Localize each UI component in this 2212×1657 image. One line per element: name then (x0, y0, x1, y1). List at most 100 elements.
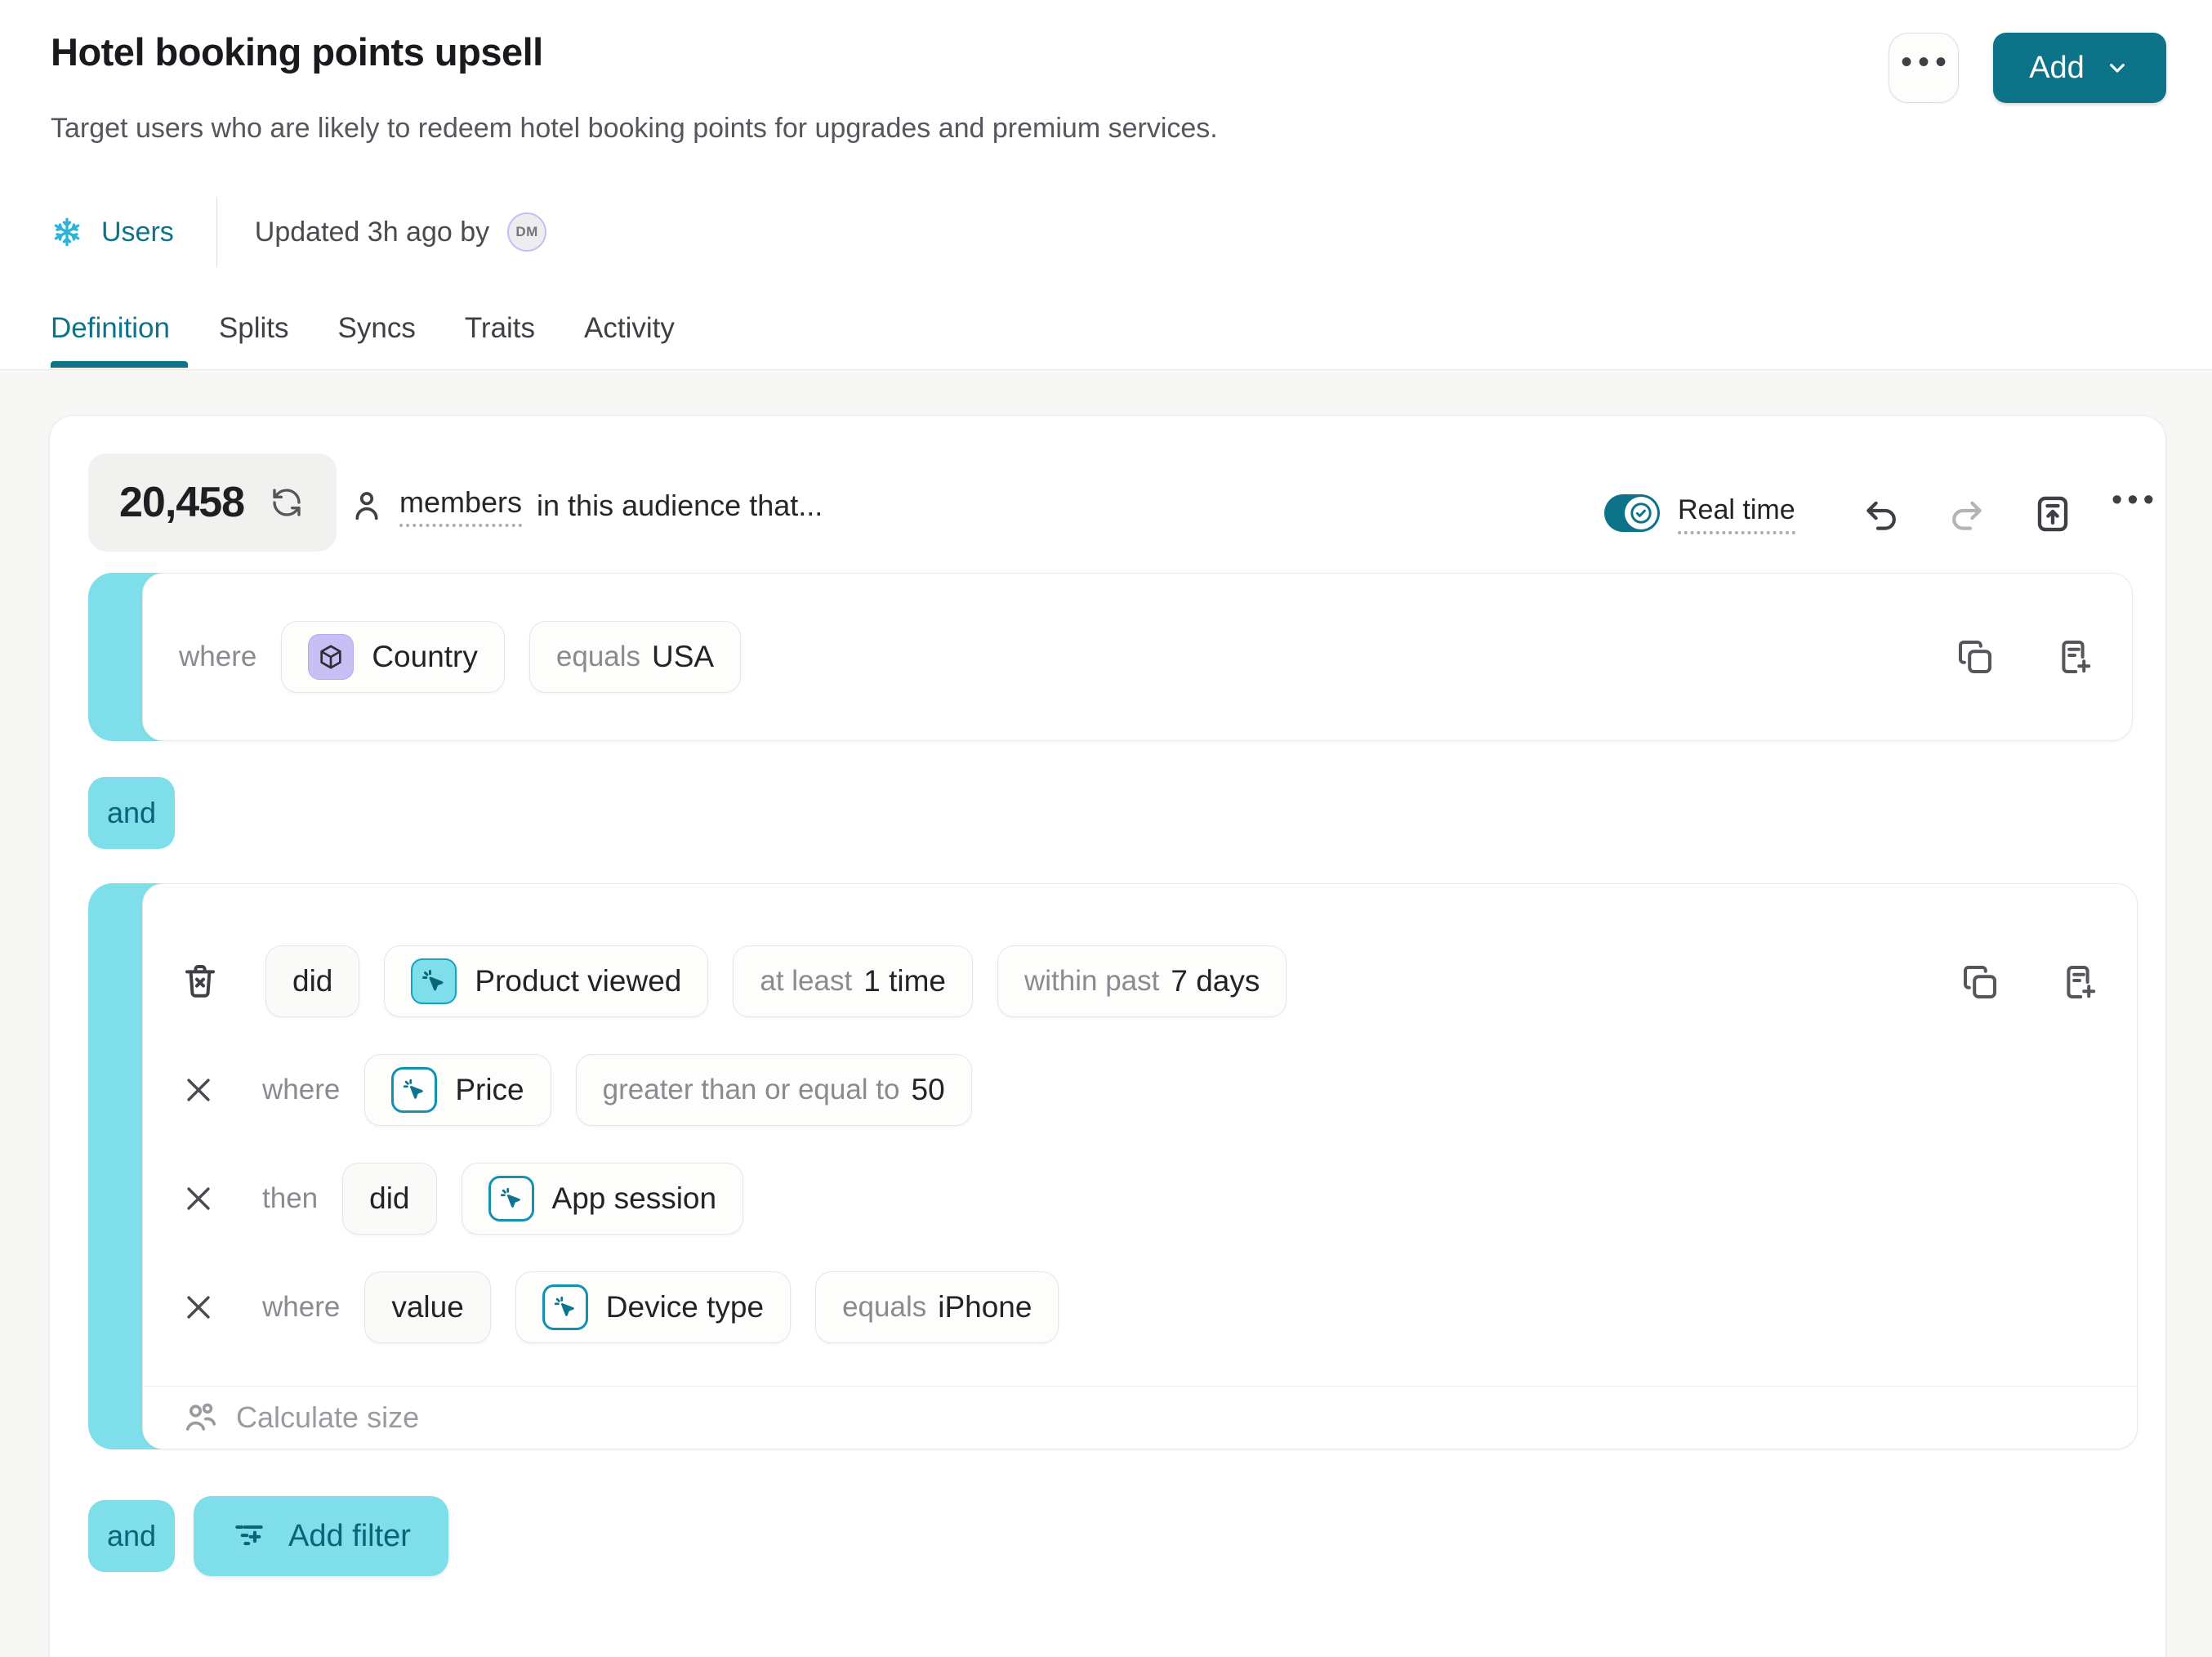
meta-row: Users Updated 3h ago by DM (51, 194, 546, 270)
note-add-icon (2060, 962, 2099, 1002)
cursor-click-icon (542, 1284, 588, 1330)
calculate-size-button[interactable]: Calculate size (143, 1387, 2137, 1449)
remove-condition-button[interactable] (181, 1072, 216, 1108)
check-circle-icon (1628, 500, 1654, 526)
updated-text: Updated 3h ago by (255, 217, 489, 248)
save-definition-button[interactable] (2031, 493, 2074, 535)
copy-icon (1956, 637, 1995, 677)
duplicate-condition-button[interactable] (1960, 962, 2000, 1002)
meta-divider (216, 197, 217, 267)
redo-icon (1947, 496, 1987, 535)
operator-value: iPhone (938, 1290, 1032, 1324)
filter-block-country: where Country equals USA (88, 573, 2133, 741)
definition-content: 20,458 members in thi (0, 370, 2212, 1657)
event-label: App session (552, 1181, 717, 1216)
tab-traits[interactable]: Traits (465, 312, 535, 345)
add-note-button[interactable] (2060, 962, 2099, 1002)
event-chip-app-session[interactable]: App session (462, 1163, 744, 1235)
x-icon (181, 1289, 216, 1325)
modifier-label: did (369, 1181, 409, 1216)
modifier-chip-did[interactable]: did (342, 1163, 436, 1235)
duplicate-condition-button[interactable] (1956, 637, 1995, 677)
undo-button[interactable] (1862, 496, 1901, 535)
source-label: Users (101, 217, 174, 248)
audience-definition-card: 20,458 members in thi (49, 415, 2166, 1657)
page-title: Hotel booking points upsell (51, 29, 543, 74)
operator-label: greater than or equal to (603, 1074, 900, 1106)
members-rest-text: in this audience that... (537, 489, 823, 523)
property-chip-price[interactable]: Price (364, 1054, 551, 1126)
overflow-button[interactable]: ••• (2107, 494, 2159, 516)
members-sentence: members in this audience that... (349, 485, 823, 527)
filter-block-body: where Country equals USA (142, 573, 2133, 741)
delete-condition-button[interactable] (181, 962, 220, 1001)
chevron-down-icon (2104, 55, 2130, 81)
add-button[interactable]: Add (1993, 33, 2166, 103)
window-value: 7 days (1171, 964, 1260, 998)
filter-block-body: did Product viewed (142, 883, 2138, 1449)
operator-label: equals (556, 641, 640, 673)
remove-condition-button[interactable] (181, 1289, 216, 1325)
cursor-click-icon (488, 1176, 534, 1222)
page-header: Hotel booking points upsell Target users… (0, 0, 2212, 370)
frequency-chip[interactable]: at least 1 time (733, 945, 973, 1017)
event-label: Product viewed (475, 964, 681, 998)
members-link[interactable]: members (399, 485, 522, 527)
add-button-label: Add (2029, 51, 2085, 86)
attribute-chip-country[interactable]: Country (281, 621, 505, 693)
operator-label: equals (842, 1291, 926, 1324)
tab-activity[interactable]: Activity (584, 312, 675, 345)
audience-page: Hotel booking points upsell Target users… (0, 0, 2212, 1657)
cursor-click-icon (411, 958, 457, 1004)
avatar: DM (507, 212, 546, 252)
filter-plus-icon (231, 1518, 267, 1554)
property-label: Price (455, 1073, 524, 1107)
modifier-chip-did[interactable]: did (265, 945, 359, 1017)
x-icon (181, 1181, 216, 1217)
tab-splits[interactable]: Splits (219, 312, 289, 345)
property-row: where value (143, 1253, 2137, 1361)
refresh-count-button[interactable] (270, 486, 303, 519)
realtime-toggle[interactable] (1604, 494, 1660, 532)
add-note-button[interactable] (2055, 637, 2094, 677)
condition-prefix: where (262, 1074, 340, 1106)
connector-and[interactable]: and (88, 1500, 175, 1572)
toggle-knob (1625, 497, 1657, 529)
snowflake-icon (51, 216, 83, 248)
frequency-operator: at least (760, 965, 852, 998)
event-condition-rows: did Product viewed (143, 884, 2137, 1361)
operator-chip-equals-iphone[interactable]: equals iPhone (815, 1271, 1059, 1343)
time-window-chip[interactable]: within past 7 days (997, 945, 1287, 1017)
connector-and[interactable]: and (88, 777, 175, 849)
note-add-icon (2055, 637, 2094, 677)
kebab-icon: ••• (1895, 46, 1952, 78)
operator-value: USA (652, 640, 714, 674)
x-icon (181, 1072, 216, 1108)
property-label: Device type (606, 1290, 764, 1324)
frequency-value: 1 time (863, 964, 946, 998)
add-filter-button[interactable]: Add filter (194, 1496, 448, 1576)
event-chip-product-viewed[interactable]: Product viewed (384, 945, 708, 1017)
condition-prefix: where (179, 641, 256, 673)
realtime-label: Real time (1678, 494, 1795, 534)
modifier-chip-value[interactable]: value (364, 1271, 490, 1343)
people-icon (182, 1400, 218, 1436)
operator-chip-gte-50[interactable]: greater than or equal to 50 (576, 1054, 972, 1126)
tab-definition[interactable]: Definition (51, 312, 170, 345)
condition-prefix: where (262, 1291, 340, 1324)
source-link-users[interactable]: Users (51, 216, 174, 248)
cursor-click-icon (391, 1067, 437, 1113)
block-actions (1960, 962, 2099, 1002)
page-description: Target users who are likely to redeem ho… (51, 113, 1218, 145)
remove-condition-button[interactable] (181, 1181, 216, 1217)
member-count-pill: 20,458 (88, 453, 337, 552)
member-count: 20,458 (119, 478, 244, 527)
property-chip-device-type[interactable]: Device type (515, 1271, 791, 1343)
block-actions (1956, 637, 2094, 677)
tab-syncs[interactable]: Syncs (338, 312, 416, 345)
more-button[interactable]: ••• (1889, 33, 1959, 103)
add-filter-label: Add filter (288, 1519, 411, 1554)
operator-chip-equals-usa[interactable]: equals USA (529, 621, 741, 693)
redo-button[interactable] (1947, 496, 1987, 535)
active-tab-underline (51, 361, 188, 368)
